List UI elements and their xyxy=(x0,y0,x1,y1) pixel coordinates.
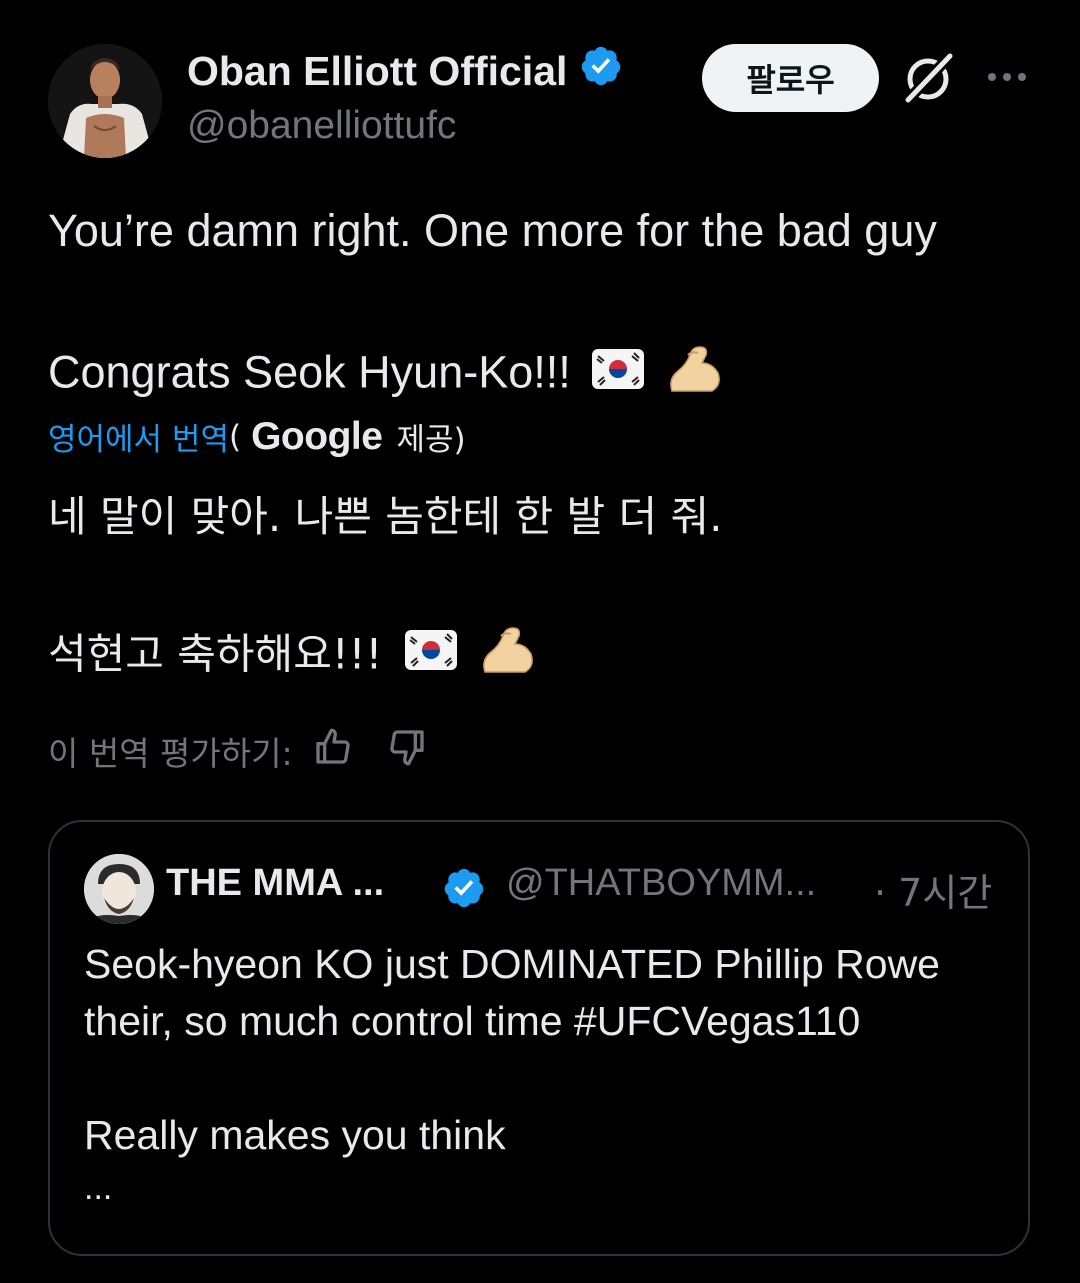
rate-translation: 이 번역 평가하기: xyxy=(48,726,427,776)
flexed-biceps-icon xyxy=(479,622,535,692)
quoted-timestamp: · 7시간 xyxy=(874,871,993,915)
translation-source: 영어에서 번역 ( Google 제공) xyxy=(48,414,466,459)
author-name[interactable]: Oban Elliott Official xyxy=(187,44,623,98)
quoted-text-line-1: Seok-hyeon KO just DOMINATED Phillip Row… xyxy=(84,941,940,987)
rate-translation-label: 이 번역 평가하기: xyxy=(48,734,293,773)
flexed-biceps-icon xyxy=(666,341,722,410)
author-avatar[interactable] xyxy=(48,44,162,158)
quoted-text-line-3: Really makes you think xyxy=(84,1112,506,1158)
quoted-author-avatar xyxy=(84,854,154,924)
translation-provider-suffix: 제공) xyxy=(396,422,466,458)
quoted-text-ellipsis: ... xyxy=(84,1169,113,1207)
quoted-verified-badge-icon xyxy=(442,866,486,915)
author-handle[interactable]: @obanelliottufc xyxy=(187,104,456,148)
tweet-text-line-2: Congrats Seok Hyun-Ko!!! xyxy=(48,341,722,410)
translated-text-line-2-text: 석현고 축하해요!!! xyxy=(48,629,383,679)
korea-flag-icon xyxy=(591,347,645,404)
google-logo: Google xyxy=(251,414,383,458)
grok-icon[interactable] xyxy=(902,50,956,104)
translation-paren-open: ( xyxy=(228,418,242,455)
translated-text-line-2: 석현고 축하해요!!! xyxy=(48,622,535,692)
thumbs-down-icon[interactable] xyxy=(387,727,427,775)
quoted-author-handle: @THATBOYMM... xyxy=(506,862,817,904)
translated-text-line-1: 네 말이 맞아. 나쁜 놈한테 한 발 더 줘. xyxy=(48,492,723,541)
more-icon[interactable] xyxy=(986,62,1028,92)
quoted-text-line-2: their, so much control time #UFCVegas110 xyxy=(84,998,861,1044)
quoted-author-name: THE MMA ... xyxy=(166,862,385,904)
tweet-text-line-2-text: Congrats Seok Hyun-Ko!!! xyxy=(48,346,571,398)
verified-badge-icon xyxy=(579,44,623,98)
korea-flag-icon xyxy=(404,628,458,686)
author-name-text: Oban Elliott Official xyxy=(187,47,568,94)
follow-button[interactable]: 팔로우 xyxy=(702,44,879,112)
thumbs-up-icon[interactable] xyxy=(313,727,353,775)
translated-from-link[interactable]: 영어에서 번역 xyxy=(48,414,229,459)
tweet-text-line-1: You’re damn right. One more for the bad … xyxy=(48,205,937,256)
